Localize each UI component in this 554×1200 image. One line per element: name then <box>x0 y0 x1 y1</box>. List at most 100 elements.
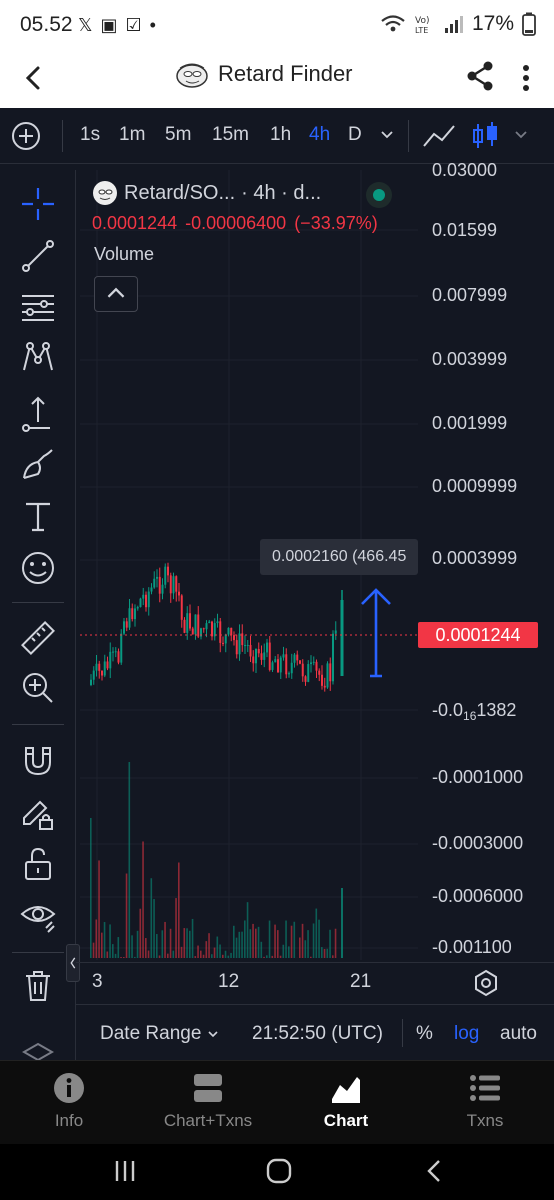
volume-bar <box>326 948 329 958</box>
ruler-icon[interactable] <box>18 618 58 658</box>
volume-bar <box>257 926 260 958</box>
emoji-icon[interactable] <box>18 548 58 588</box>
timeframe-1h[interactable]: 1h <box>270 124 291 146</box>
candle-body <box>268 642 271 670</box>
candle-body <box>106 661 109 669</box>
utc-clock[interactable]: 21:52:50 (UTC) <box>252 1023 383 1045</box>
volume-bar <box>312 923 315 958</box>
volume-bar <box>131 935 133 958</box>
unlock-icon[interactable] <box>18 844 58 884</box>
candle-body <box>274 659 277 663</box>
candle-body <box>224 634 227 644</box>
crosshair-icon[interactable] <box>18 184 58 224</box>
volume-bar <box>186 928 188 958</box>
candle-body <box>205 623 208 630</box>
volume-bar <box>136 930 139 958</box>
candle-body <box>216 621 219 624</box>
price-axis-label: 0.01599 <box>432 220 498 240</box>
price-axis-label: -0.001100 <box>432 937 512 957</box>
volume-bar <box>98 860 100 958</box>
signal-icon <box>444 16 463 33</box>
volume-bar <box>241 931 243 958</box>
measure-icon[interactable] <box>18 392 58 432</box>
volume-bar <box>175 898 177 958</box>
candle-body <box>202 628 205 630</box>
line-chart-icon[interactable] <box>422 120 456 152</box>
symbol-name[interactable]: Retard/SO... <box>124 182 235 205</box>
volume-bar <box>233 925 235 958</box>
zoom-in-icon[interactable] <box>18 668 58 708</box>
chevron-down-icon[interactable] <box>380 128 394 142</box>
candles-icon[interactable] <box>468 120 502 152</box>
legend-change: -0.00006400 <box>185 213 287 233</box>
candle-body <box>255 648 257 664</box>
add-symbol-icon[interactable] <box>10 120 42 152</box>
chart-bottom-bar: Date Range 21:52:50 (UTC) % log auto <box>76 1004 554 1060</box>
volume-bar <box>246 902 249 958</box>
volume-bar <box>230 952 232 958</box>
time-axis[interactable]: 3 12 21 <box>76 962 554 1002</box>
trash-icon[interactable] <box>18 966 58 1006</box>
candle-body <box>156 576 158 579</box>
more-vert-icon[interactable] <box>514 60 538 96</box>
date-range-label: Date Range <box>100 1023 202 1044</box>
fib-lines-icon[interactable] <box>18 288 58 328</box>
candle-body <box>136 607 139 609</box>
market-status-dot <box>366 182 392 208</box>
volume-bar <box>147 950 150 958</box>
candle-body <box>332 633 334 682</box>
percent-scale-toggle[interactable]: % <box>416 1023 433 1045</box>
text-tool-icon[interactable] <box>18 496 58 536</box>
auto-scale-toggle[interactable]: auto <box>500 1023 537 1045</box>
back-icon[interactable] <box>420 1156 450 1186</box>
pattern-icon[interactable] <box>18 338 58 378</box>
candle-body <box>189 613 191 629</box>
volume-bar <box>216 936 219 958</box>
blue-up-arrow <box>361 588 391 678</box>
back-arrow-icon[interactable] <box>14 58 54 98</box>
nav-txns[interactable]: Txns <box>425 1071 545 1131</box>
volume-bar <box>109 924 111 958</box>
candles <box>90 562 344 692</box>
info-icon <box>54 1073 84 1103</box>
date-range-button[interactable]: Date Range <box>100 1023 219 1045</box>
magnet-icon[interactable] <box>18 740 58 780</box>
volume-bar <box>106 951 109 958</box>
home-icon[interactable] <box>264 1156 294 1186</box>
timeframe-d[interactable]: D <box>348 124 362 146</box>
trend-line-icon[interactable] <box>18 236 58 276</box>
chart-settings-icon[interactable] <box>472 969 500 997</box>
candle-body <box>246 644 249 646</box>
brush-icon[interactable] <box>18 444 58 484</box>
nav-info[interactable]: Info <box>9 1071 129 1131</box>
candle-body <box>139 598 142 608</box>
timeframe-4h[interactable]: 4h <box>309 124 330 146</box>
bar-divider <box>402 1019 403 1047</box>
timeframe-15m[interactable]: 15m <box>212 124 249 146</box>
timeframe-1m[interactable]: 1m <box>119 124 145 146</box>
nav-chart-txns-label: Chart+Txns <box>163 1111 253 1130</box>
candle-body <box>109 651 112 669</box>
timeframe-1s[interactable]: 1s <box>80 124 100 146</box>
bottom-navigation: Info Chart+Txns Chart Txns <box>0 1060 554 1144</box>
candle-body <box>233 635 235 641</box>
nav-chart-txns[interactable]: Chart+Txns <box>148 1071 268 1131</box>
lock-drawings-icon[interactable] <box>18 792 58 832</box>
eye-icon[interactable] <box>18 896 58 936</box>
nav-chart[interactable]: Chart <box>286 1071 406 1131</box>
system-navigation <box>0 1144 554 1200</box>
split-layout-icon <box>194 1074 222 1102</box>
list-icon <box>470 1075 500 1101</box>
volume-bar <box>180 946 183 958</box>
recent-apps-icon[interactable] <box>110 1156 140 1186</box>
candle-body <box>263 652 266 660</box>
candle-body <box>310 662 312 665</box>
volume-bar <box>213 947 216 958</box>
candle-body <box>128 608 131 628</box>
share-icon[interactable] <box>462 58 498 94</box>
timeframe-5m[interactable]: 5m <box>165 124 191 146</box>
volume-bar <box>211 954 213 958</box>
log-scale-toggle[interactable]: log <box>454 1023 479 1045</box>
chevron-down-icon[interactable] <box>514 128 528 142</box>
collapse-indicators-button[interactable] <box>94 276 138 312</box>
